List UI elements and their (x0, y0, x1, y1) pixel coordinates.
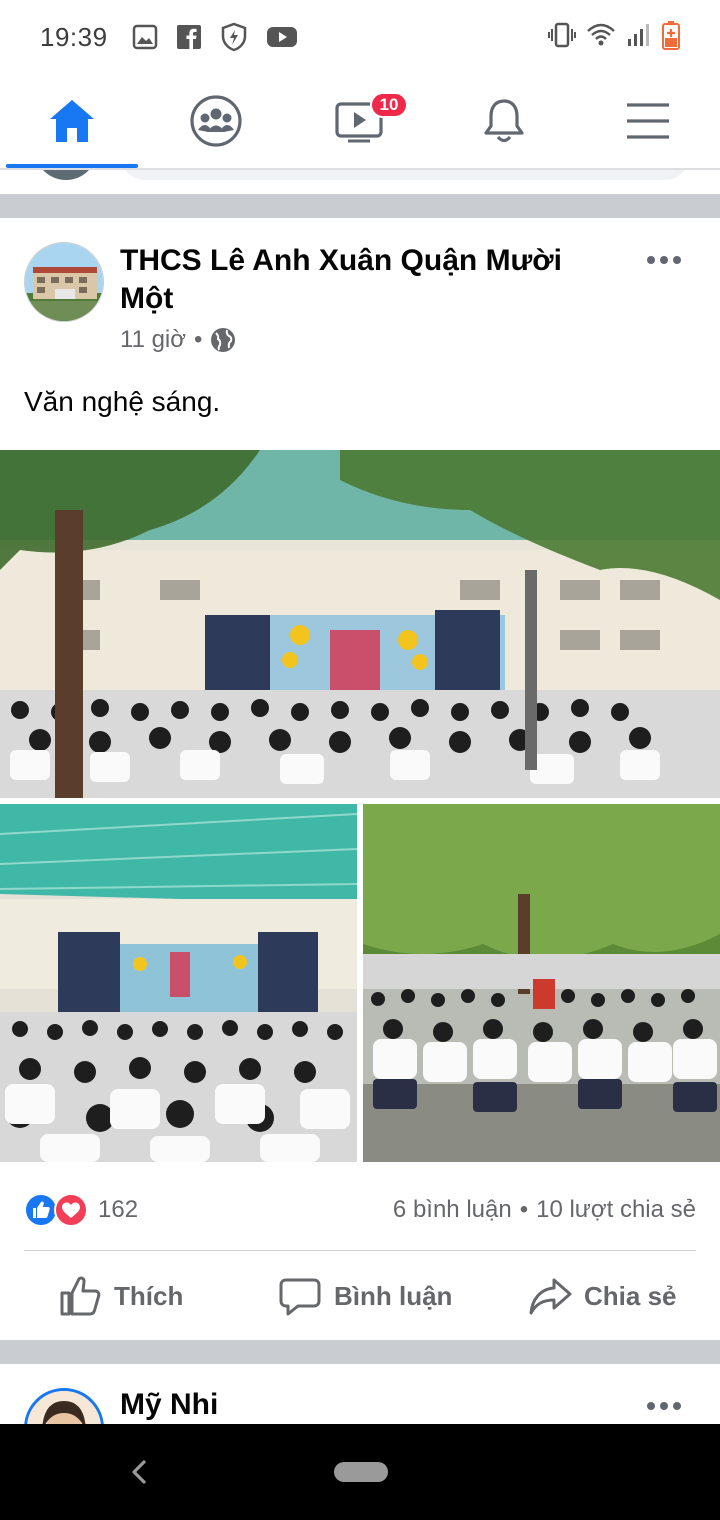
composer-row-partial (0, 170, 720, 194)
vibrate-icon (548, 22, 576, 48)
feed-divider (0, 1340, 720, 1364)
back-icon[interactable] (128, 1458, 150, 1486)
menu-icon (627, 103, 669, 139)
comment-label: Bình luận (334, 1280, 453, 1311)
post-time[interactable]: 11 giờ (120, 326, 186, 354)
wifi-icon (587, 23, 615, 46)
post-more-button[interactable] (644, 248, 684, 272)
feed-post: THCS Lê Anh Xuân Quận Mười Một 11 giờ • … (0, 218, 720, 1340)
youtube-icon (267, 27, 297, 47)
globe-icon (211, 328, 236, 352)
post-text: Văn nghệ sáng. (24, 386, 221, 417)
watch-badge: 10 (370, 92, 408, 118)
status-time: 19:39 (40, 22, 108, 52)
facebook-icon (177, 25, 201, 49)
post-meta: 11 giờ • (120, 326, 236, 354)
page-avatar[interactable] (24, 242, 104, 322)
tab-watch[interactable]: 10 (288, 72, 432, 170)
status-bar: 19:39 (0, 0, 720, 72)
meta-separator: • (194, 326, 203, 353)
like-label: Thích (114, 1280, 184, 1311)
photo-stage-crowd[interactable] (0, 804, 357, 1162)
feed-divider (0, 194, 720, 218)
home-pill[interactable] (334, 1462, 388, 1482)
post-author-name[interactable]: THCS Lê Anh Xuân Quận Mười Một (120, 242, 590, 318)
feed-post-next: Mỹ Nhi (0, 1364, 720, 1424)
comment-count[interactable]: 6 bình luận (393, 1196, 512, 1224)
like-button[interactable]: Thích (58, 1268, 183, 1324)
photo-students-seated[interactable] (363, 804, 720, 1162)
photo-stage-wide[interactable] (0, 450, 720, 798)
composer-input[interactable] (120, 170, 690, 180)
tab-notifications[interactable] (432, 72, 576, 170)
tab-groups[interactable] (144, 72, 288, 170)
groups-icon (190, 95, 242, 147)
facebook-feed-screen: 19:39 10 THCS Lê Anh Xuân Quận Mười Một … (0, 0, 720, 1520)
post-action-separator (24, 1250, 696, 1251)
like-icon (24, 1193, 58, 1227)
comment-button[interactable]: Bình luận (278, 1268, 452, 1324)
share-count[interactable]: 10 lượt chia sẻ (536, 1196, 696, 1224)
bell-icon (484, 99, 524, 143)
next-post-more-button[interactable] (644, 1394, 684, 1418)
next-author-name[interactable]: Mỹ Nhi (120, 1388, 218, 1422)
share-label: Chia sẻ (584, 1280, 677, 1311)
next-author-avatar[interactable] (24, 1388, 104, 1424)
gallery-icon (132, 24, 158, 50)
comment-icon (279, 1278, 321, 1316)
system-navigation-bar (0, 1424, 720, 1520)
share-icon (529, 1278, 572, 1315)
thumbs-up-icon (60, 1276, 101, 1316)
user-avatar[interactable] (36, 170, 96, 180)
active-tab-indicator (6, 164, 138, 168)
stats-separator: • (519, 1196, 529, 1223)
share-button[interactable]: Chia sẻ (528, 1268, 677, 1324)
love-icon (54, 1193, 88, 1227)
home-icon (50, 100, 94, 142)
signal-icon (628, 24, 649, 46)
reactions-summary[interactable]: 162 6 bình luận • 10 lượt chia sẻ (24, 1190, 696, 1230)
battery-icon (662, 21, 680, 50)
tab-menu[interactable] (576, 72, 720, 170)
top-navigation: 10 (0, 72, 720, 170)
tab-home[interactable] (0, 72, 144, 170)
shield-icon (221, 22, 247, 52)
reaction-count: 162 (98, 1196, 139, 1223)
